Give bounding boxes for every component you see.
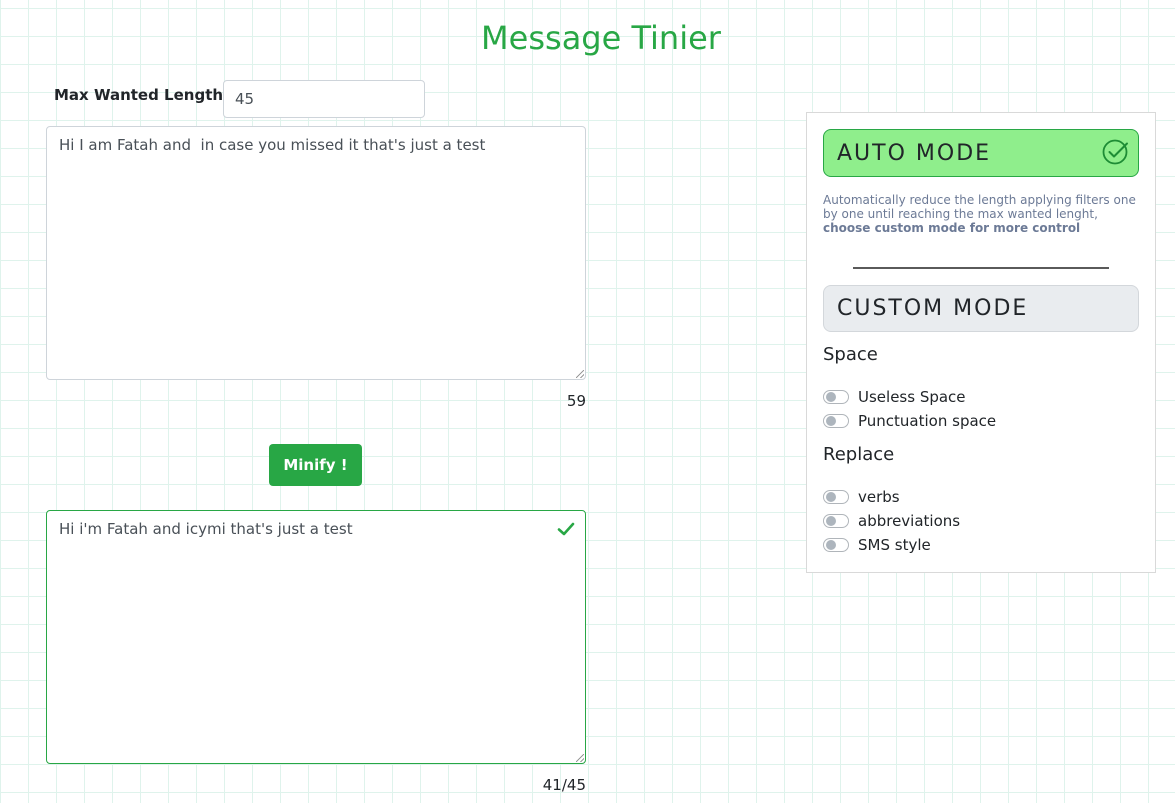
toggle-sms-style[interactable]: SMS style [823, 535, 931, 555]
toggle-abbreviations[interactable]: abbreviations [823, 511, 960, 531]
auto-mode-label: AUTO MODE [837, 140, 992, 166]
toggle-label: verbs [858, 488, 900, 506]
mode-panel: AUTO MODE Automatically reduce the lengt… [806, 112, 1156, 573]
message-output[interactable]: Hi i'm Fatah and icymi that's just a tes… [46, 510, 586, 764]
input-char-count: 59 [566, 392, 586, 410]
toggle-useless-space[interactable]: Useless Space [823, 387, 966, 407]
custom-mode-label: CUSTOM MODE [837, 296, 1029, 321]
minify-button[interactable]: Minify ! [269, 444, 362, 486]
resize-handle[interactable] [576, 754, 584, 762]
replace-section-title: Replace [823, 444, 895, 465]
auto-mode-description: Automatically reduce the length applying… [823, 193, 1141, 235]
check-circle-icon [1102, 139, 1128, 165]
output-char-count: 41/45 [542, 776, 586, 794]
toggle-label: abbreviations [858, 512, 961, 530]
space-section-title: Space [823, 344, 878, 365]
divider [853, 267, 1109, 269]
max-length-label: Max Wanted Length : [54, 86, 235, 104]
toggle-label: Punctuation space [858, 412, 997, 430]
auto-mode-description-emphasis: choose custom mode for more control [823, 221, 1081, 235]
auto-mode-description-text: Automatically reduce the length applying… [823, 193, 1136, 221]
toggle-punctuation-space[interactable]: Punctuation space [823, 411, 996, 431]
max-length-input[interactable] [223, 80, 425, 118]
message-input[interactable]: Hi I am Fatah and in case you missed it … [46, 126, 586, 380]
toggle-label: SMS style [858, 536, 931, 554]
toggle-label: Useless Space [858, 388, 966, 406]
toggle-switch[interactable] [823, 538, 849, 552]
resize-handle[interactable] [576, 370, 584, 378]
toggle-switch[interactable] [823, 514, 849, 528]
toggle-verbs[interactable]: verbs [823, 487, 900, 507]
toggle-switch[interactable] [823, 414, 849, 428]
checkmark-icon [557, 522, 575, 536]
page-title: Message Tinier [481, 19, 721, 57]
toggle-switch[interactable] [823, 390, 849, 404]
auto-mode-button[interactable]: AUTO MODE [823, 129, 1139, 177]
toggle-switch[interactable] [823, 490, 849, 504]
custom-mode-button[interactable]: CUSTOM MODE [823, 285, 1139, 332]
